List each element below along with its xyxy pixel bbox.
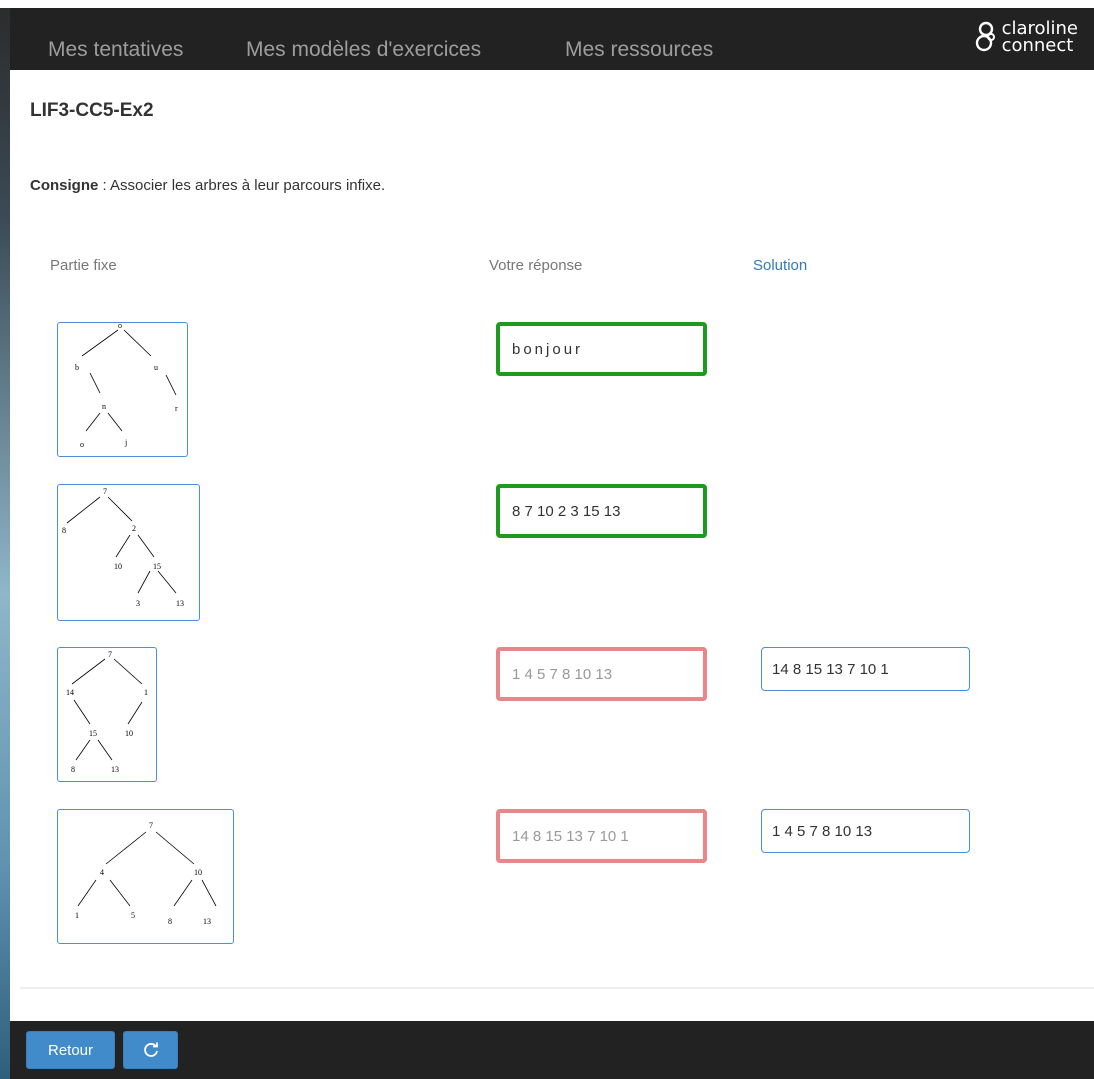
tree4-node: 4 bbox=[100, 868, 104, 877]
tree3-node: 10 bbox=[125, 729, 133, 738]
col-header-answer: Votre réponse bbox=[489, 257, 583, 274]
logo-line2: connect bbox=[1001, 35, 1074, 56]
main-content: LIF3-CC5-Ex2 Consigne : Associer les arb… bbox=[10, 70, 1094, 1020]
tree3-node: 7 bbox=[108, 650, 112, 659]
tree3-node: 1 bbox=[144, 688, 148, 697]
tree2-node: 13 bbox=[176, 599, 184, 608]
tree4-node: 13 bbox=[203, 917, 211, 926]
tree3-node: 8 bbox=[71, 765, 75, 774]
solution-field-4: 1 4 5 7 8 10 13 bbox=[761, 809, 970, 853]
tree2-node: 3 bbox=[136, 599, 140, 608]
retry-button[interactable] bbox=[123, 1031, 178, 1069]
tree3-node: 13 bbox=[111, 765, 119, 774]
consigne-label: Consigne bbox=[30, 177, 99, 194]
tree-image-3: 7 14 1 15 10 8 13 bbox=[57, 647, 157, 782]
nav-mes-modeles[interactable]: Mes modèles d'exercices bbox=[246, 38, 481, 62]
tree2-node: 7 bbox=[103, 487, 107, 496]
tree1-node: o bbox=[80, 440, 84, 449]
tree1-node: n bbox=[102, 402, 106, 411]
consigne: Consigne : Associer les arbres à leur pa… bbox=[30, 177, 385, 194]
tree4-node: 1 bbox=[75, 911, 79, 920]
tree1-node: r bbox=[175, 404, 178, 413]
tree-image-4: 7 4 10 1 5 8 13 bbox=[57, 809, 234, 944]
tree1-node: b bbox=[75, 363, 79, 372]
tree2-node: 10 bbox=[114, 562, 122, 571]
refresh-icon bbox=[143, 1042, 158, 1057]
top-margin bbox=[0, 0, 1094, 8]
answer-field-4[interactable]: 14 8 15 13 7 10 1 bbox=[496, 809, 707, 863]
back-button[interactable]: Retour bbox=[26, 1031, 115, 1069]
tree3-node: 15 bbox=[89, 729, 97, 738]
tree2-node: 15 bbox=[153, 562, 161, 571]
tree2-node: 2 bbox=[132, 524, 136, 533]
tree-image-1: o b u n r o j bbox=[57, 322, 188, 457]
tree-image-2: 7 8 2 10 15 3 13 bbox=[57, 484, 200, 621]
claroline-logo[interactable]: claroline connect bbox=[974, 20, 1078, 56]
tree3-node: 14 bbox=[66, 688, 74, 697]
nav-mes-ressources[interactable]: Mes ressources bbox=[565, 38, 713, 62]
answer-field-3[interactable]: 1 4 5 7 8 10 13 bbox=[496, 647, 707, 701]
col-header-fixed: Partie fixe bbox=[50, 257, 117, 274]
nav-mes-tentatives[interactable]: Mes tentatives bbox=[48, 38, 183, 62]
tree4-node: 8 bbox=[168, 917, 172, 926]
divider bbox=[20, 987, 1094, 989]
claroline-logo-icon bbox=[975, 21, 995, 52]
window-edge-decoration bbox=[0, 0, 10, 1079]
solution-field-3: 14 8 15 13 7 10 1 bbox=[761, 647, 970, 691]
answer-field-2[interactable]: 8 7 10 2 3 15 13 bbox=[496, 484, 707, 538]
tree2-node: 8 bbox=[62, 526, 66, 535]
footer-toolbar: Retour bbox=[10, 1021, 1094, 1079]
col-header-solution: Solution bbox=[753, 257, 808, 274]
navbar: Mes tentatives Mes modèles d'exercices M… bbox=[10, 8, 1094, 70]
answer-field-1[interactable]: bonjour bbox=[496, 322, 707, 376]
tree1-node: o bbox=[118, 323, 122, 330]
exercise-title: LIF3-CC5-Ex2 bbox=[30, 100, 154, 121]
tree1-node: j bbox=[124, 438, 127, 447]
consigne-text: : Associer les arbres à leur parcours in… bbox=[98, 177, 386, 194]
tree4-node: 10 bbox=[194, 868, 202, 877]
tree4-node: 5 bbox=[131, 911, 135, 920]
tree1-node: u bbox=[154, 363, 158, 372]
tree4-node: 7 bbox=[149, 821, 153, 830]
